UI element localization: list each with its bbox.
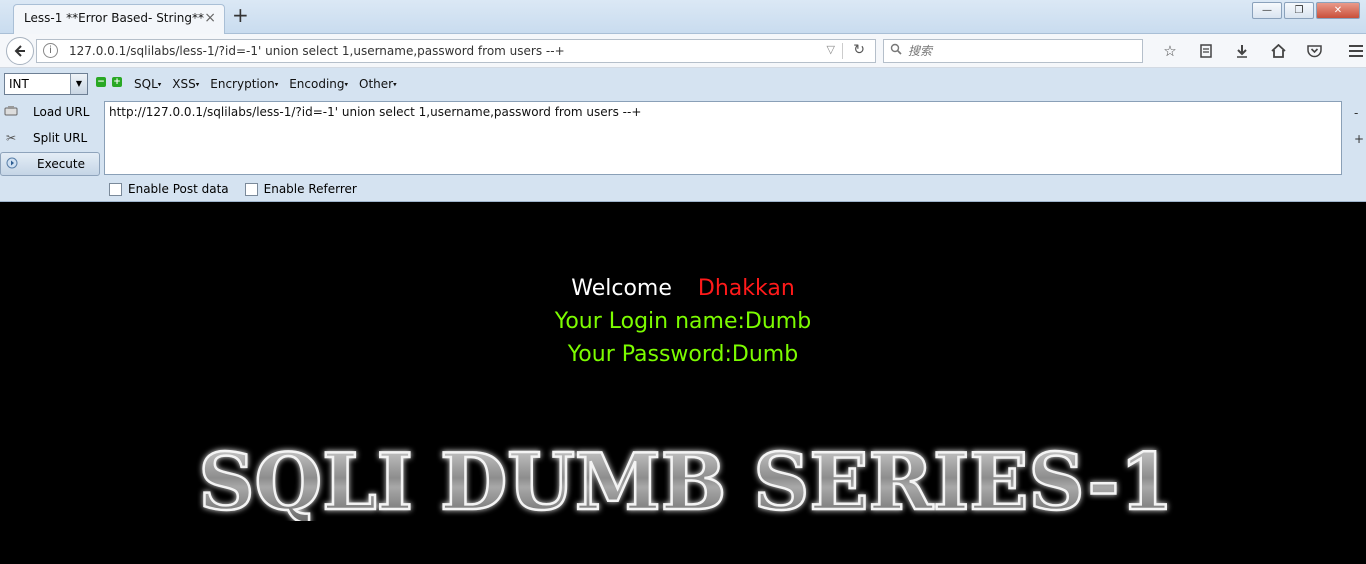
welcome-text: Welcome [571,276,672,301]
caret-icon: ▾ [344,80,349,89]
caret-icon: ▾ [393,80,397,89]
menu-encryption[interactable]: Encryption▾ [210,77,278,91]
load-url-label: Load URL [33,105,90,119]
address-url[interactable]: 127.0.0.1/sqlilabs/less-1/?id=-1' union … [69,44,565,58]
option-checkboxes: Enable Post data Enable Referrer [109,182,357,196]
back-icon[interactable] [6,37,34,65]
search-bar[interactable] [883,39,1143,63]
password-line: Your Password:Dumb [567,342,799,367]
menu-xss[interactable]: XSS▾ [172,77,199,91]
window-controls: — ❐ ✕ [1250,2,1360,19]
menu-icon[interactable] [1338,40,1366,62]
menu-encoding[interactable]: Encoding▾ [289,77,348,91]
search-input[interactable] [908,42,1138,60]
load-url-button[interactable]: Load URL [0,100,100,124]
shrink-button[interactable]: - [1354,106,1358,120]
new-tab-button[interactable]: + [232,5,249,25]
chevron-down-icon[interactable]: ▼ [70,74,87,94]
nav-bar: i 127.0.0.1/sqlilabs/less-1/?id=-1' unio… [0,34,1366,68]
menu-label: Encoding [289,77,345,91]
add-icon[interactable]: + [112,77,122,87]
enable-referrer-label: Enable Referrer [263,182,357,196]
series-banner-image: SQLI DUMB SERIES-1 [197,441,1175,521]
play-icon [1,157,23,172]
caret-icon: ▾ [157,80,162,89]
menu-label: Other [359,77,394,91]
bookmark-star-icon[interactable]: ☆ [1152,40,1188,62]
menu-label: Encryption [210,77,275,91]
menu-sql[interactable]: SQL▾ [134,77,161,91]
menu-label: SQL [134,77,158,91]
download-icon[interactable] [1224,40,1260,62]
enable-post-checkbox[interactable]: Enable Post data [109,182,229,196]
split-url-button[interactable]: ✂ Split URL [0,126,100,150]
menu-label: XSS [172,77,196,91]
maximize-button[interactable]: ❐ [1284,2,1314,19]
hackbar-url-text[interactable]: http://127.0.0.1/sqlilabs/less-1/?id=-1'… [109,105,641,119]
reading-list-icon[interactable] [1188,40,1224,62]
user-name: Dhakkan [697,276,795,301]
split-url-label: Split URL [33,131,88,145]
page-content: Welcome Dhakkan Your Login name:Dumb Your… [0,203,1366,564]
reload-icon[interactable]: ↻ [853,42,865,58]
execute-button[interactable]: Execute [0,152,100,176]
hackbar-menus: SQL▾ XSS▾ Encryption▾ Encoding▾ Other▾ [134,77,397,91]
chevron-down-icon[interactable]: ▽ [827,43,835,56]
checkbox-box[interactable] [244,182,258,196]
tab-active[interactable]: Less-1 **Error Based- String** × [13,4,225,34]
toolbar-icons: ☆ [1152,40,1366,62]
tab-close-icon[interactable]: × [204,10,216,26]
tab-title: Less-1 **Error Based- String** [24,11,204,25]
pocket-icon[interactable] [1296,40,1332,62]
home-icon[interactable] [1260,40,1296,62]
caret-icon: ▾ [274,80,279,89]
type-select[interactable]: INT ▼ [4,73,88,95]
enable-referrer-checkbox[interactable]: Enable Referrer [244,182,357,196]
search-icon [890,43,902,58]
execute-label: Execute [37,157,85,171]
checkbox-box[interactable] [109,182,122,196]
enable-post-label: Enable Post data [128,182,229,196]
tab-strip: Less-1 **Error Based- String** × + — ❐ ✕ [0,0,1366,34]
info-icon[interactable]: i [43,43,58,58]
close-window-button[interactable]: ✕ [1316,2,1360,19]
caret-icon: ▾ [195,80,200,89]
welcome-line: Welcome Dhakkan [0,276,1366,301]
minimize-button[interactable]: — [1252,2,1282,19]
login-name-line: Your Login name:Dumb [554,309,812,334]
divider [842,43,843,59]
address-bar[interactable]: i 127.0.0.1/sqlilabs/less-1/?id=-1' unio… [36,39,876,63]
add-remove-controls: − + [96,77,122,87]
hackbar-url-textarea[interactable]: http://127.0.0.1/sqlilabs/less-1/?id=-1'… [104,101,1342,175]
menu-other[interactable]: Other▾ [359,77,397,91]
scissors-icon: ✂ [5,131,17,145]
expand-button[interactable]: + [1354,132,1364,146]
load-url-icon [0,105,22,120]
type-select-value: INT [9,77,29,91]
banner-text: SQLI DUMB SERIES-1 [199,441,1174,521]
hackbar-panel: INT ▼ − + SQL▾ XSS▾ Encryption▾ Encoding… [0,68,1366,202]
remove-icon[interactable]: − [96,77,106,87]
